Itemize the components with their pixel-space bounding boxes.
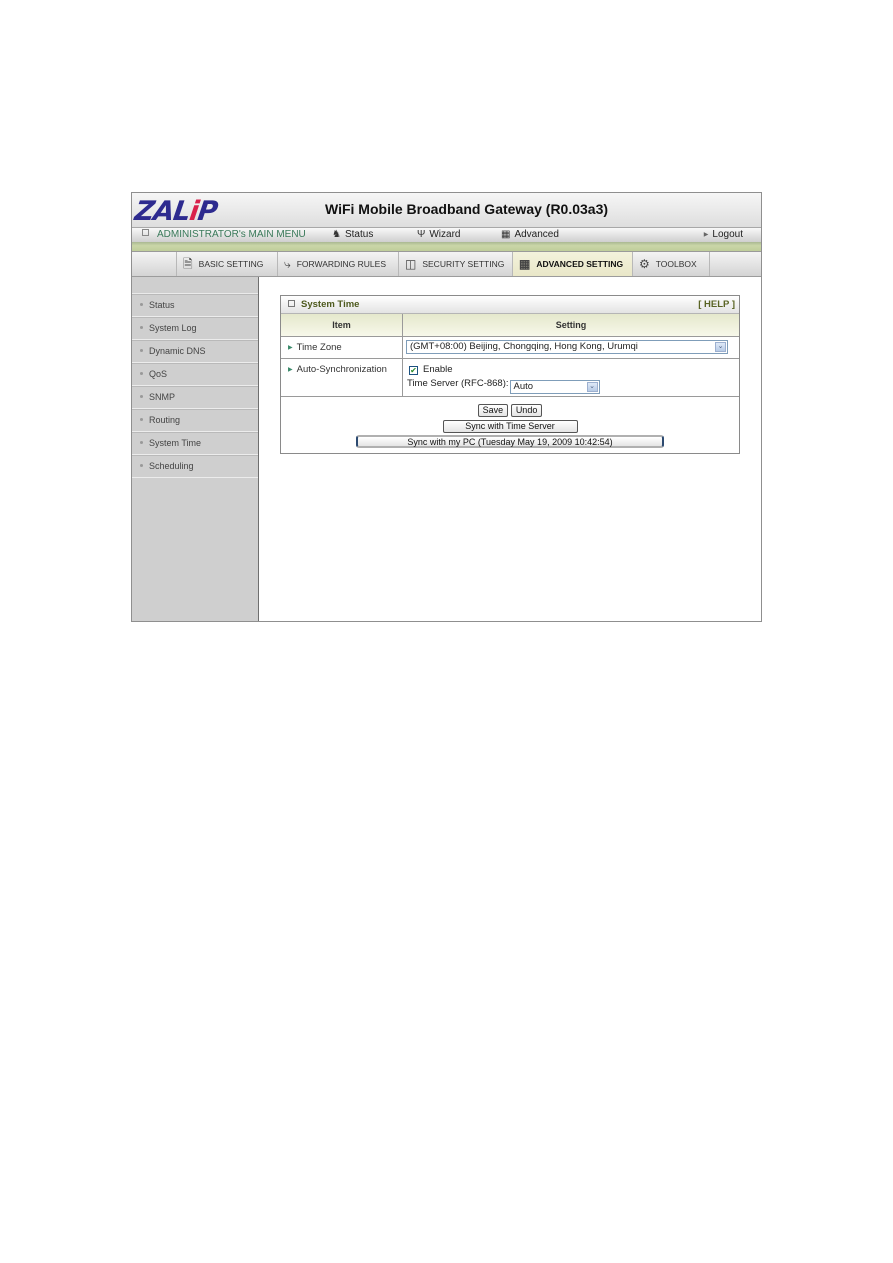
sidebar-item-qos[interactable]: QoS	[132, 363, 258, 386]
main-menu-bar: ADMINISTRATOR's MAIN MENU ♞ Status Ψ Wizar…	[132, 227, 761, 242]
column-header-item: Item	[281, 314, 403, 337]
zalip-logo: ZALiP	[132, 196, 219, 227]
bullet-icon	[140, 326, 143, 329]
green-divider	[132, 242, 761, 252]
bullet-icon	[140, 372, 143, 375]
table-row-auto-sync: ▶ Auto-Synchronization ✔ Enable Time Serve…	[281, 358, 739, 397]
wizard-icon: Ψ	[417, 229, 426, 240]
forwarding-rules-icon: ⤷	[284, 257, 291, 271]
time-server-value: Auto	[513, 381, 534, 392]
menu-status-label: Status	[344, 229, 374, 240]
tab-forwarding-rules[interactable]: ⤷ FORWARDING RULES	[277, 252, 398, 276]
advanced-icon: ▦	[501, 229, 511, 240]
enable-checkbox[interactable]: ✔	[409, 366, 418, 375]
sidebar-item-dynamic-dns[interactable]: Dynamic DNS	[132, 340, 258, 363]
sidebar-item-label: Scheduling	[149, 461, 194, 471]
tab-security-setting-label: SECURITY SETTING	[422, 259, 505, 269]
bullet-icon	[140, 418, 143, 421]
header: ZALiP WiFi Mobile Broadband Gateway (R0.…	[132, 193, 761, 227]
status-person-icon: ♞	[332, 229, 341, 240]
arrow-right-icon: ▶	[288, 345, 293, 351]
table-row-time-zone: ▶ Time Zone (GMT+08:00) Beijing, Chongqin…	[281, 336, 739, 359]
chevron-down-icon[interactable]: ⌄	[586, 382, 598, 392]
sidebar-item-system-log[interactable]: System Log	[132, 317, 258, 340]
actions: Save Undo Sync with Time Server Sync wit…	[282, 398, 738, 452]
bullet-icon	[140, 349, 143, 352]
tab-toolbox[interactable]: ⚙ TOOLBOX	[632, 252, 710, 276]
auto-sync-setting-cell: ✔ Enable Time Server (RFC-868): Auto ⌄	[402, 358, 739, 397]
undo-button[interactable]: Undo	[510, 404, 543, 417]
admin-main-menu[interactable]: ADMINISTRATOR's MAIN MENU	[142, 229, 306, 240]
time-zone-value: (GMT+08:00) Beijing, Chongqing, Hong Kon…	[410, 341, 638, 352]
time-zone-setting-cell: (GMT+08:00) Beijing, Chongqing, Hong Kon…	[402, 336, 739, 359]
sidebar-item-snmp[interactable]: SNMP	[132, 386, 258, 409]
arrow-right-icon: ▶	[288, 367, 293, 373]
column-header-setting: Setting	[402, 314, 739, 337]
tab-basic-setting[interactable]: 🗎 BASIC SETTING	[176, 252, 277, 276]
bullet-icon	[140, 441, 143, 444]
security-setting-icon: ◫	[405, 257, 417, 271]
tab-advanced-setting-label: ADVANCED SETTING	[536, 259, 624, 269]
sidebar: Status System Log Dynamic DNS QoS SNMP R…	[132, 277, 259, 621]
menu-wizard[interactable]: Ψ Wizard	[417, 229, 460, 240]
tab-advanced-setting[interactable]: ▦ ADVANCED SETTING	[512, 252, 632, 276]
logout-link[interactable]: ▶ Logout	[704, 229, 743, 240]
sidebar-item-routing[interactable]: Routing	[132, 409, 258, 432]
square-bullet-icon	[142, 229, 149, 236]
sidebar-item-status[interactable]: Status	[132, 294, 258, 317]
sidebar-spacer	[132, 277, 258, 294]
sidebar-item-label: System Time	[149, 438, 202, 448]
time-server-select[interactable]: Auto ⌄	[509, 380, 600, 394]
bullet-icon	[140, 303, 143, 306]
sidebar-item-label: SNMP	[149, 392, 176, 402]
advanced-setting-icon: ▦	[519, 257, 531, 271]
enable-label: Enable	[423, 364, 453, 375]
sidebar-item-label: Status	[149, 300, 175, 310]
settings-table: Item Setting ▶ Time Zone (GMT+08:00) Beij…	[281, 314, 739, 453]
time-zone-label: Time Zone	[296, 342, 342, 353]
auto-sync-label-cell: ▶ Auto-Synchronization	[281, 358, 403, 397]
tab-security-setting[interactable]: ◫ SECURITY SETTING	[398, 252, 512, 276]
arrow-right-icon: ▶	[703, 232, 709, 238]
auto-sync-label: Auto-Synchronization	[296, 364, 387, 375]
sync-time-server-button[interactable]: Sync with Time Server	[442, 420, 578, 433]
table-row-actions: Save Undo Sync with Time Server Sync wit…	[281, 396, 739, 453]
tab-basic-setting-label: BASIC SETTING	[198, 259, 264, 269]
menu-advanced[interactable]: ▦ Advanced	[501, 229, 559, 240]
time-zone-label-cell: ▶ Time Zone	[281, 336, 403, 359]
panel-title-bar: System Time [ HELP ]	[281, 296, 739, 314]
tab-toolbox-label: TOOLBOX	[655, 259, 697, 269]
sidebar-item-label: System Log	[149, 323, 197, 333]
sidebar-item-label: Routing	[149, 415, 181, 425]
menu-status[interactable]: ♞ Status	[332, 229, 373, 240]
panel-title: System Time	[301, 299, 360, 310]
sidebar-item-scheduling[interactable]: Scheduling	[132, 455, 258, 478]
bullet-icon	[140, 395, 143, 398]
time-server-label: Time Server (RFC-868):	[407, 378, 509, 389]
router-admin-window: ZALiP WiFi Mobile Broadband Gateway (R0.…	[131, 192, 762, 622]
tab-forwarding-rules-label: FORWARDING RULES	[296, 259, 386, 269]
logout-label: Logout	[712, 229, 743, 240]
sidebar-item-label: QoS	[149, 369, 168, 379]
time-zone-select[interactable]: (GMT+08:00) Beijing, Chongqing, Hong Kon…	[406, 340, 728, 354]
actions-cell: Save Undo Sync with Time Server Sync wit…	[281, 396, 739, 453]
menu-wizard-label: Wizard	[429, 229, 461, 240]
tab-bar: 🗎 BASIC SETTING ⤷ FORWARDING RULES ◫ SECURI…	[132, 252, 761, 277]
basic-setting-icon: 🗎	[183, 257, 193, 271]
square-bullet-icon	[288, 300, 295, 307]
menu-advanced-label: Advanced	[514, 229, 559, 240]
bullet-icon	[140, 464, 143, 467]
sidebar-item-label: Dynamic DNS	[149, 346, 206, 356]
sync-my-pc-button[interactable]: Sync with my PC (Tuesday May 19, 2009 10…	[356, 435, 664, 448]
help-link[interactable]: [ HELP ]	[698, 296, 735, 313]
system-time-panel: System Time [ HELP ] Item Setting ▶ Time …	[280, 295, 740, 454]
admin-main-menu-label: ADMINISTRATOR's MAIN MENU	[157, 229, 306, 240]
chevron-down-icon[interactable]: ⌄	[715, 342, 726, 352]
page-title: WiFi Mobile Broadband Gateway (R0.03a3)	[325, 201, 609, 217]
sidebar-item-system-time[interactable]: System Time	[132, 432, 258, 455]
save-button[interactable]: Save	[477, 404, 509, 417]
toolbox-icon: ⚙	[639, 257, 650, 271]
